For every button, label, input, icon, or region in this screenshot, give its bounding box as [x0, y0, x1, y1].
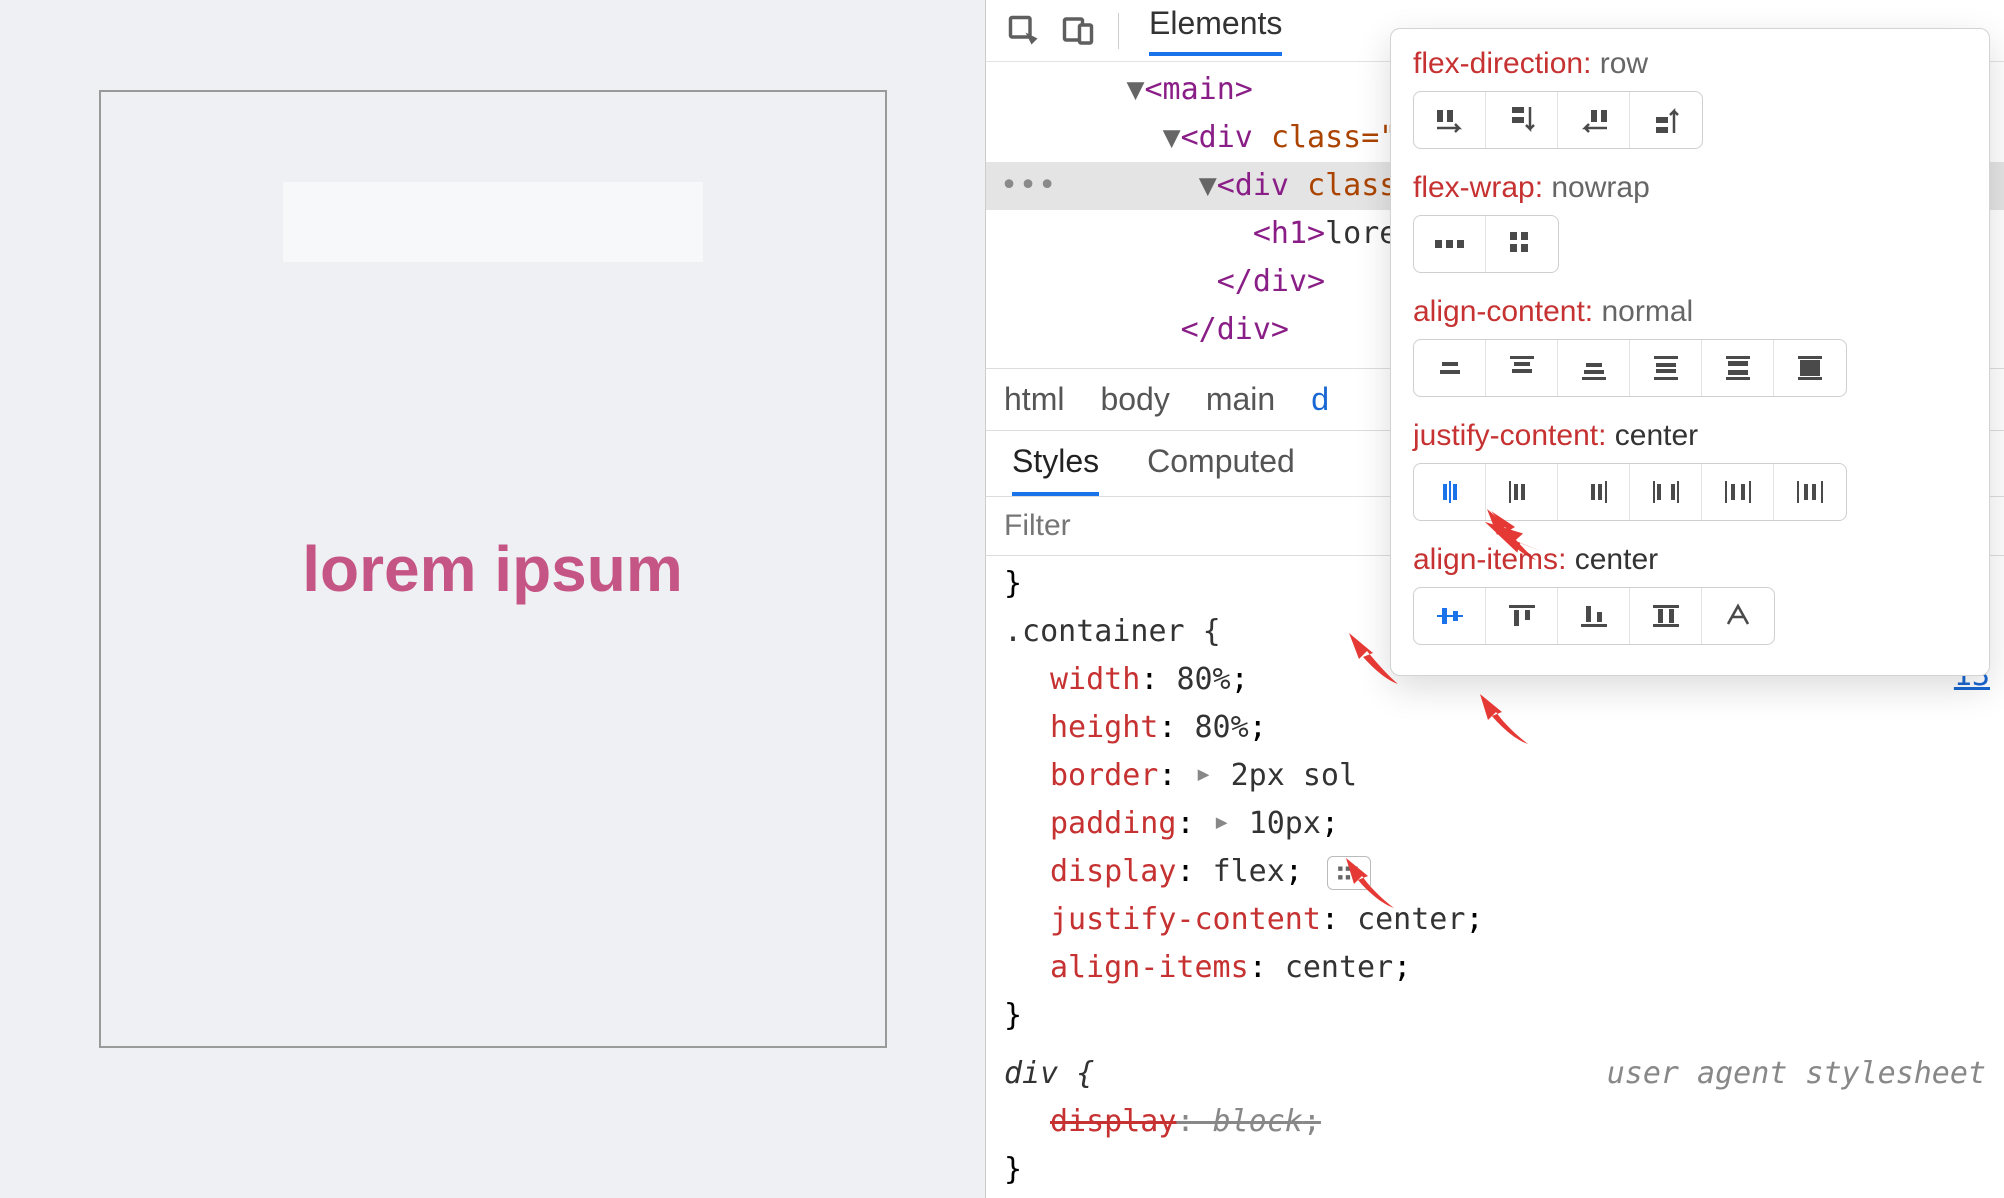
css-prop-padding[interactable]: padding	[1050, 806, 1176, 841]
align-content-label: align-content: normal	[1413, 295, 1693, 328]
css-val-align-items[interactable]: center	[1285, 950, 1393, 985]
flex-wrap-label: flex-wrap: nowrap	[1413, 171, 1650, 204]
flex-wrap-buttons	[1413, 215, 1559, 273]
align-items-stretch-button[interactable]	[1630, 588, 1702, 644]
css-val-height[interactable]: 80%	[1195, 710, 1249, 745]
align-items-center-button[interactable]	[1414, 588, 1486, 644]
css-val-justify-content[interactable]: center	[1357, 902, 1465, 937]
css-prop-border[interactable]: border	[1050, 758, 1158, 793]
page-viewport: lorem ipsum	[0, 0, 985, 1198]
device-toggle-icon[interactable]	[1058, 11, 1098, 51]
css-val-border[interactable]: 2px sol	[1231, 758, 1357, 793]
tab-computed[interactable]: Computed	[1147, 443, 1295, 496]
align-content-buttons	[1413, 339, 1847, 397]
rule-close-brace: }	[1004, 1146, 1986, 1194]
align-items-label: align-items: center	[1413, 543, 1658, 576]
css-prop-width[interactable]: width	[1050, 662, 1140, 697]
inspect-highlight	[283, 182, 703, 262]
container-box: lorem ipsum	[99, 90, 887, 1048]
css-val-display[interactable]: flex	[1213, 854, 1285, 889]
css-val-padding[interactable]: 10px	[1249, 806, 1321, 841]
align-items-start-button[interactable]	[1486, 588, 1558, 644]
dom-tag-div1[interactable]: <div	[1181, 120, 1253, 155]
flex-wrap-wrap-button[interactable]	[1486, 216, 1558, 272]
devtools-panel: Elements ✕ ▼<main> ▼<div class=" ▼<div c…	[985, 0, 2004, 1198]
breadcrumb-main[interactable]: main	[1206, 381, 1275, 418]
flex-direction-label: flex-direction: row	[1413, 47, 1648, 80]
dom-tag-div-close2[interactable]: </div>	[1181, 312, 1289, 347]
css-val-width[interactable]: 80%	[1176, 662, 1230, 697]
flex-direction-column-button[interactable]	[1486, 92, 1558, 148]
align-content-end-button[interactable]	[1558, 340, 1630, 396]
align-content-start-button[interactable]	[1486, 340, 1558, 396]
open-flex-editor-icon[interactable]	[1327, 856, 1371, 890]
user-agent-stylesheet-label: user agent stylesheet	[1607, 1050, 1986, 1098]
dom-tag-main[interactable]: <main>	[1145, 72, 1253, 107]
align-items-buttons	[1413, 587, 1775, 645]
align-content-space-around-button[interactable]	[1630, 340, 1702, 396]
breadcrumb-html[interactable]: html	[1004, 381, 1064, 418]
tab-styles[interactable]: Styles	[1012, 443, 1099, 496]
justify-content-start-button[interactable]	[1486, 464, 1558, 520]
dom-tag-div2[interactable]: <div	[1217, 168, 1289, 203]
inspect-element-icon[interactable]	[1004, 11, 1044, 51]
justify-content-center-button[interactable]	[1414, 464, 1486, 520]
toolbar-divider	[1118, 13, 1119, 49]
justify-content-end-button[interactable]	[1558, 464, 1630, 520]
align-items-end-button[interactable]	[1558, 588, 1630, 644]
expand-icon[interactable]: ▸	[1213, 798, 1231, 846]
css-prop-align-items[interactable]: align-items	[1050, 950, 1249, 985]
align-content-center-button[interactable]	[1414, 340, 1486, 396]
css-prop-height[interactable]: height	[1050, 710, 1158, 745]
css-prop-justify-content[interactable]: justify-content	[1050, 902, 1321, 937]
justify-content-space-evenly-button[interactable]	[1774, 464, 1846, 520]
justify-content-buttons	[1413, 463, 1847, 521]
flexbox-editor-popover: flex-direction: row flex-wrap: nowrap al…	[1390, 28, 1990, 676]
flex-direction-buttons	[1413, 91, 1703, 149]
css-overridden-display[interactable]: display: block;	[1050, 1098, 1986, 1146]
flex-direction-row-reverse-button[interactable]	[1558, 92, 1630, 148]
justify-content-label: justify-content: center	[1413, 419, 1698, 452]
align-content-stretch-button[interactable]	[1774, 340, 1846, 396]
flex-direction-row-button[interactable]	[1414, 92, 1486, 148]
breadcrumb-selected[interactable]: d	[1311, 381, 1329, 418]
rule-close-brace: }	[1004, 992, 1986, 1040]
justify-content-space-between-button[interactable]	[1630, 464, 1702, 520]
dom-tag-div-close1[interactable]: </div>	[1217, 264, 1325, 299]
breadcrumb-body[interactable]: body	[1100, 381, 1169, 418]
dom-attr-class1: class="	[1271, 120, 1397, 155]
justify-content-space-around-button[interactable]	[1702, 464, 1774, 520]
align-items-baseline-button[interactable]	[1702, 588, 1774, 644]
tab-elements[interactable]: Elements	[1149, 5, 1282, 56]
devtools-tabs: Elements	[1139, 5, 1282, 56]
flex-wrap-nowrap-button[interactable]	[1414, 216, 1486, 272]
expand-icon[interactable]: ▸	[1195, 750, 1213, 798]
flex-direction-column-reverse-button[interactable]	[1630, 92, 1702, 148]
dom-tag-h1[interactable]: <h1>	[1253, 216, 1325, 251]
align-content-space-between-button[interactable]	[1702, 340, 1774, 396]
css-prop-display[interactable]: display	[1050, 854, 1176, 889]
page-heading: lorem ipsum	[302, 532, 683, 606]
